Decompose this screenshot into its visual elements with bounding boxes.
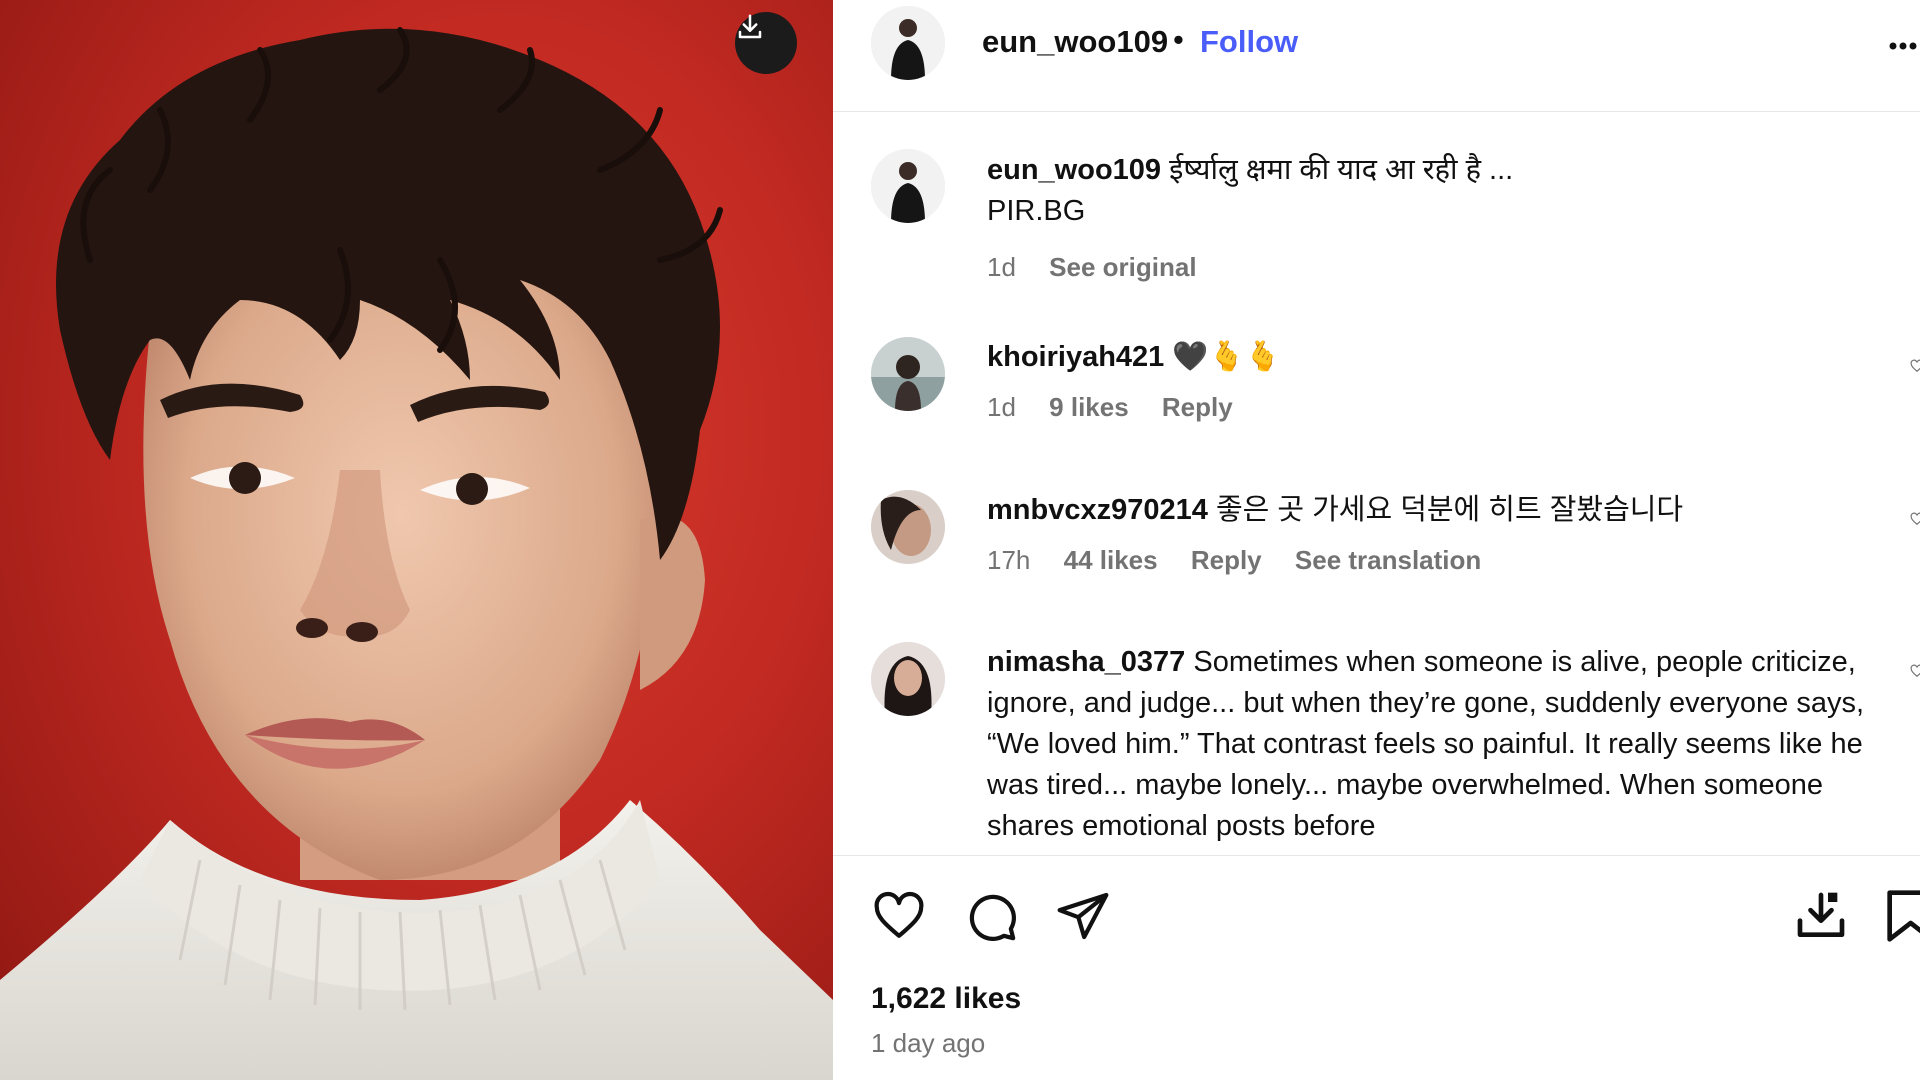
comment-time: 17h — [987, 545, 1031, 575]
comment-button[interactable] — [963, 888, 1019, 949]
post-timestamp: 1 day ago — [871, 1028, 986, 1058]
comment-likes[interactable]: 9 likes — [1049, 392, 1129, 422]
more-options-icon — [1889, 42, 1917, 50]
comment-like-icon[interactable] — [1910, 664, 1920, 678]
save-to-device-button[interactable] — [1793, 888, 1849, 949]
author-avatar[interactable] — [871, 6, 945, 80]
comment-like-icon[interactable] — [1910, 512, 1920, 526]
comments-list[interactable]: eun_woo109 ईर्ष्यालु क्षमा की याद आ रही … — [833, 112, 1920, 854]
comment-username[interactable]: khoiriyah421 — [987, 341, 1164, 373]
post-actions: 1,622 likes 1 day ago — [833, 855, 1920, 1080]
commenter-avatar[interactable] — [871, 490, 945, 564]
author-username[interactable]: eun_woo109 — [982, 24, 1168, 60]
post-header: eun_woo109 • Follow — [833, 0, 1920, 112]
comment-time: 1d — [987, 392, 1016, 422]
comment-like-icon[interactable] — [1910, 359, 1920, 373]
reply-button[interactable]: Reply — [1191, 545, 1262, 575]
comment-meta: 17h 44 likes Reply See translation — [987, 545, 1507, 576]
comment-username[interactable]: nimasha_0377 — [987, 646, 1185, 678]
download-button[interactable] — [735, 12, 797, 74]
download-tray-icon — [1797, 892, 1845, 937]
commenter-avatar[interactable] — [871, 642, 945, 716]
comment-content: 🖤🫰🫰 — [1172, 341, 1281, 373]
comment-username[interactable]: mnbvcxz970214 — [987, 494, 1208, 526]
commenter-avatar[interactable] — [871, 337, 945, 411]
share-button[interactable] — [1055, 888, 1111, 949]
like-button[interactable] — [871, 888, 927, 949]
reply-button[interactable]: Reply — [1162, 392, 1233, 422]
comment-text: khoiriyah421 🖤🫰🫰 — [987, 337, 1877, 378]
more-options-button[interactable] — [1888, 38, 1918, 56]
caption-text: eun_woo109 ईर्ष्यालु क्षमा की याद आ रही … — [987, 150, 1877, 232]
caption-username[interactable]: eun_woo109 — [987, 154, 1161, 186]
caption-meta: 1d See original — [987, 252, 1223, 283]
portrait-illustration — [0, 27, 833, 1080]
caption-time: 1d — [987, 252, 1016, 282]
bookmark-icon — [1887, 890, 1920, 942]
see-original-link[interactable]: See original — [1049, 252, 1196, 282]
comment-text: mnbvcxz970214 좋은 곳 가세요 덕분에 히트 잘봤습니다 — [987, 490, 1877, 531]
caption-line1: ईर्ष्यालु क्षमा की याद आ रही है ... — [1169, 154, 1514, 186]
instagram-post-view: eun_woo109 • Follow eun_woo109 ईर्ष्यालु… — [0, 0, 1920, 1080]
comment-icon — [969, 894, 1016, 941]
likes-count[interactable]: 1,622 likes — [871, 982, 1021, 1016]
comment-content: 좋은 곳 가세요 덕분에 히트 잘봤습니다 — [1215, 494, 1684, 526]
comment-likes[interactable]: 44 likes — [1064, 545, 1158, 575]
comment-meta: 1d 9 likes Reply — [987, 392, 1259, 423]
caption-line2: PIR.BG — [987, 195, 1086, 227]
download-icon — [738, 14, 762, 39]
post-photo[interactable] — [0, 0, 833, 1080]
caption-avatar[interactable] — [871, 149, 945, 223]
follow-button[interactable]: Follow — [1200, 24, 1298, 60]
see-translation-link[interactable]: See translation — [1295, 545, 1481, 575]
post-side-panel: eun_woo109 • Follow eun_woo109 ईर्ष्यालु… — [833, 0, 1920, 1080]
separator-dot: • — [1173, 22, 1184, 57]
bookmark-button[interactable] — [1885, 888, 1920, 949]
share-icon — [1057, 892, 1109, 940]
comment-text: nimasha_0377 Sometimes when someone is a… — [987, 642, 1877, 847]
heart-icon — [874, 891, 924, 938]
